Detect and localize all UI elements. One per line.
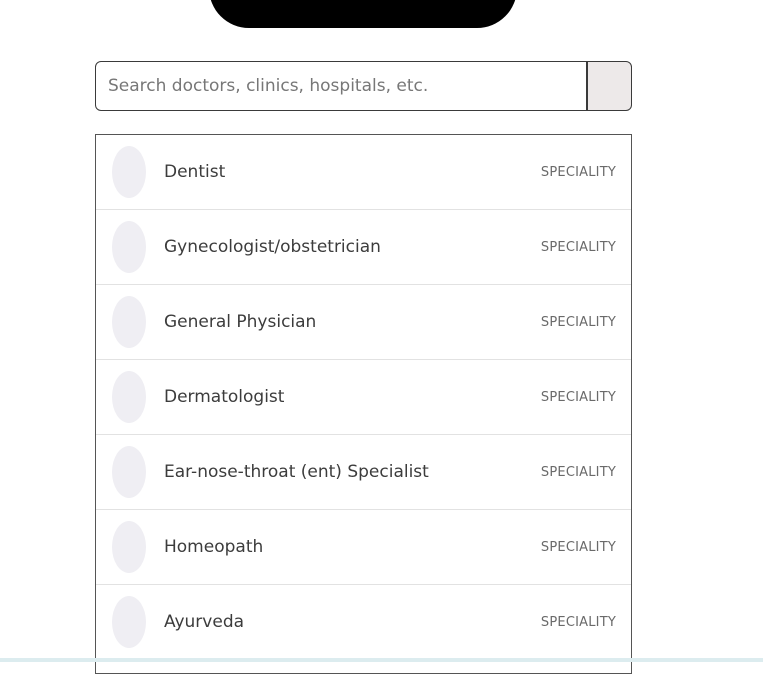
list-item[interactable]: Gynecologist/obstetrician SPECIALITY: [96, 210, 631, 285]
avatar: [112, 146, 146, 198]
result-name: Homeopath: [164, 537, 264, 557]
avatar: [112, 371, 146, 423]
avatar: [112, 296, 146, 348]
result-type: SPECIALITY: [540, 389, 616, 405]
result-name: Ear-nose-throat (ent) Specialist: [164, 462, 429, 482]
avatar: [112, 221, 146, 273]
result-type: SPECIALITY: [540, 539, 616, 555]
search-bar: [95, 61, 632, 111]
result-name: General Physician: [164, 312, 317, 332]
list-item[interactable]: Dermatologist SPECIALITY: [96, 360, 631, 435]
search-input[interactable]: [95, 61, 587, 111]
result-type: SPECIALITY: [540, 239, 616, 255]
result-type: SPECIALITY: [540, 464, 616, 480]
avatar: [112, 521, 146, 573]
result-name: Ayurveda: [164, 612, 245, 632]
search-button[interactable]: [587, 61, 632, 111]
list-item[interactable]: General Physician SPECIALITY: [96, 285, 631, 360]
result-name: Gynecologist/obstetrician: [164, 237, 381, 257]
bottom-divider: [0, 658, 763, 662]
result-name: Dentist: [164, 162, 226, 182]
list-item[interactable]: Ayurveda SPECIALITY: [96, 585, 631, 660]
list-item[interactable]: Ear-nose-throat (ent) Specialist SPECIAL…: [96, 435, 631, 510]
result-name: Dermatologist: [164, 387, 285, 407]
result-type: SPECIALITY: [540, 314, 616, 330]
avatar: [112, 446, 146, 498]
search-results-list: Dentist SPECIALITY Gynecologist/obstetri…: [95, 134, 632, 674]
header-banner: [209, 0, 517, 28]
list-item[interactable]: Homeopath SPECIALITY: [96, 510, 631, 585]
list-item[interactable]: Dentist SPECIALITY: [96, 135, 631, 210]
avatar: [112, 596, 146, 648]
result-type: SPECIALITY: [540, 614, 616, 630]
result-type: SPECIALITY: [540, 164, 616, 180]
